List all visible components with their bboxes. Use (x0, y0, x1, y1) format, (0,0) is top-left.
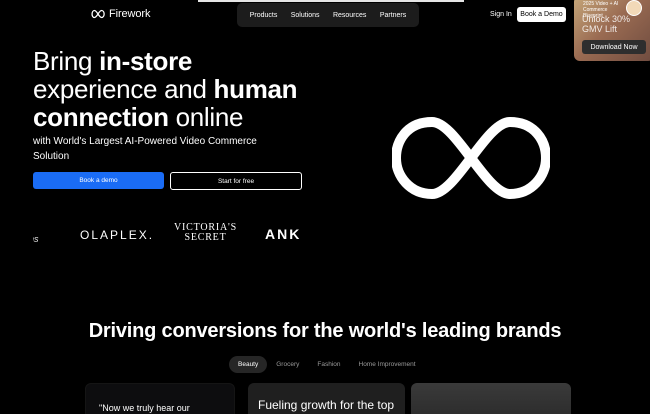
book-demo-button[interactable]: Book a demo (33, 172, 164, 189)
main-nav: Products Solutions Resources Partners (237, 3, 419, 27)
headline-bold: connection (33, 102, 169, 132)
brand-logo-partial: ns (33, 234, 39, 244)
testimonial-quote: "Now we truly hear our (99, 403, 190, 413)
promo-card[interactable]: 2025 Video + AI Commerce Blueprint Unloc… (574, 0, 650, 61)
section-title: Driving conversions for the world's lead… (88, 320, 562, 342)
book-demo-header-button[interactable]: Book a Demo (517, 7, 566, 22)
nav-item-products[interactable]: Products (250, 12, 278, 19)
headline-part: experience and (33, 74, 214, 104)
tab-fashion[interactable]: Fashion (308, 356, 349, 373)
headline-part: online (168, 102, 244, 132)
tab-beauty[interactable]: Beauty (229, 356, 268, 373)
headline-bold: human (213, 74, 298, 104)
industry-tabs: Beauty Grocery Fashion Home Improvement (229, 356, 425, 373)
hero-headline: Bring in-store experience and human conn… (33, 47, 333, 131)
nav-item-partners[interactable]: Partners (380, 12, 406, 19)
brand-logo-olaplex: OLAPLEX. (80, 228, 155, 242)
tab-grocery[interactable]: Grocery (267, 356, 308, 373)
brand-logo-vs-line2: SECRET (184, 232, 227, 243)
logo-text: Firework (109, 8, 151, 20)
firework-logo[interactable]: Firework (90, 8, 150, 20)
brand-logo-anker: ANK (265, 226, 302, 242)
top-scroll-indicator (198, 0, 464, 2)
headline-part: Bring (33, 46, 100, 76)
brand-logo-victorias-secret: VICTORIA'S SECRET (174, 223, 237, 243)
headline-bold: in-store (99, 46, 193, 76)
download-now-button[interactable]: Download Now (582, 40, 646, 54)
start-free-button[interactable]: Start for free (170, 172, 302, 190)
infinity-hero-icon (392, 117, 550, 199)
video-card[interactable] (411, 383, 571, 414)
tab-home-improvement[interactable]: Home Improvement (350, 356, 425, 373)
promo-headline: Unlock 30% GMV Lift (582, 14, 631, 34)
infinity-logo-icon (91, 9, 105, 19)
case-study-card[interactable]: Fueling growth for the top (248, 383, 405, 414)
sign-in-link[interactable]: Sign In (490, 11, 512, 18)
nav-item-solutions[interactable]: Solutions (291, 12, 320, 19)
testimonial-card[interactable]: "Now we truly hear our (85, 383, 235, 414)
brand-logo-carousel: ns OLAPLEX. VICTORIA'S SECRET ANK (33, 215, 303, 255)
case-study-title: Fueling growth for the top (258, 398, 395, 412)
hero-subhead: with World's Largest AI-Powered Video Co… (33, 136, 257, 162)
nav-item-resources[interactable]: Resources (333, 12, 366, 19)
